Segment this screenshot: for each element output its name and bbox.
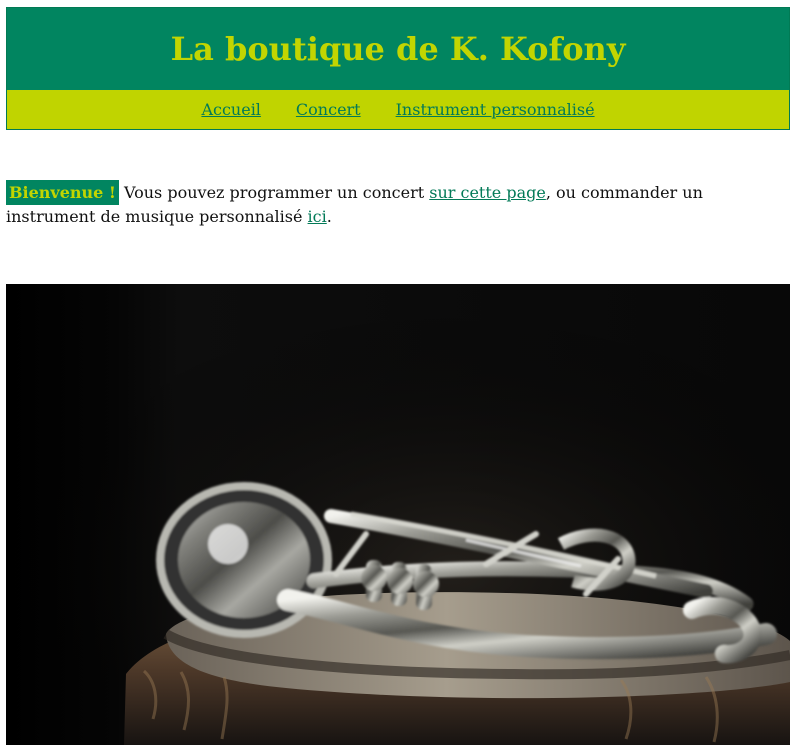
welcome-text-part-3: . [326, 207, 332, 226]
page: La boutique de K. Kofony Accueil Concert… [0, 0, 795, 745]
site-header: La boutique de K. Kofony Accueil Concert… [6, 7, 790, 130]
welcome-message: Bienvenue ! Vous pouvez programmer un co… [6, 180, 790, 229]
custom-instrument-link[interactable]: ici [308, 207, 327, 226]
welcome-badge: Bienvenue ! [6, 180, 119, 205]
main-navigation: Accueil Concert Instrument personnalisé [7, 90, 789, 129]
nav-link-accueil[interactable]: Accueil [201, 100, 260, 119]
nav-link-instrument-personnalise[interactable]: Instrument personnalisé [396, 100, 595, 119]
welcome-text-part-1: Vous pouvez programmer un concert [124, 183, 425, 202]
nav-link-concert[interactable]: Concert [296, 100, 361, 119]
trumpet-on-drum-photo [6, 284, 790, 745]
photo-illustration [6, 284, 790, 745]
site-title: La boutique de K. Kofony [170, 30, 626, 68]
concert-page-link[interactable]: sur cette page [429, 183, 546, 202]
